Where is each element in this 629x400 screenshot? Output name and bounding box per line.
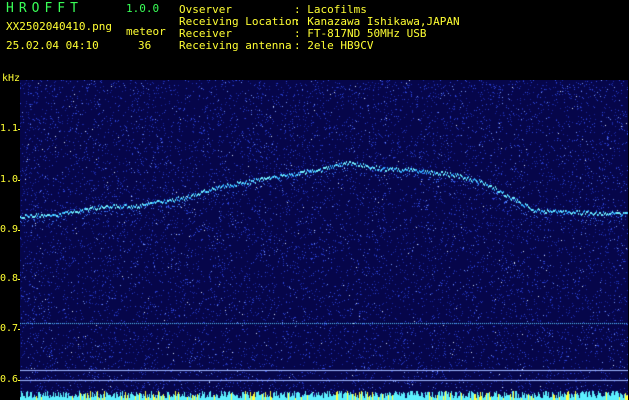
spectrogram-canvas xyxy=(20,80,628,400)
meteor-label: meteor xyxy=(126,25,166,38)
y-tick-label: 1.0 xyxy=(0,174,19,185)
info-row: Receiving antenna: 2ele HB9CV xyxy=(179,39,374,52)
info-label: Receiving antenna xyxy=(179,39,292,52)
y-axis-unit: kHz xyxy=(2,73,21,84)
app-version: 1.0.0 xyxy=(126,2,160,15)
y-tick-label: 0.7 xyxy=(0,323,19,334)
file-name: XX2502040410.png xyxy=(6,20,112,33)
y-tick-label: 0.9 xyxy=(0,224,19,235)
y-tick-label: 1.1 xyxy=(0,123,19,134)
info-value: 2ele HB9CV xyxy=(307,39,374,52)
y-tick-label: 0.6 xyxy=(0,374,19,385)
y-tick-label: 0.8 xyxy=(0,273,19,284)
file-datetime: 25.02.04 04:10 xyxy=(6,39,99,52)
meteor-count: 36 xyxy=(138,39,152,52)
app-title: HROFFT xyxy=(6,1,83,16)
